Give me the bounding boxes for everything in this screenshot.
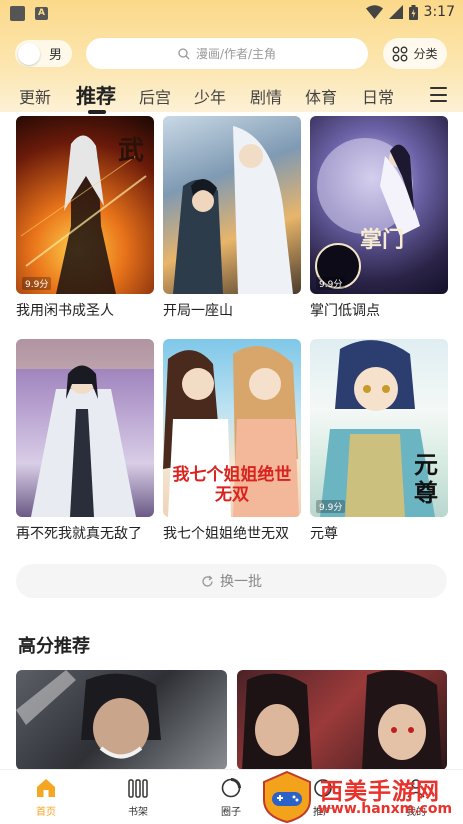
comic-title[interactable]: 开局一座山 — [163, 300, 301, 320]
circle-icon — [221, 778, 241, 798]
rating-badge: 9.9分 — [316, 500, 346, 513]
toggle-knob — [18, 42, 40, 65]
nav-circle[interactable]: 圈子 — [201, 776, 261, 818]
bookshelf-icon — [128, 779, 148, 798]
comic-cover[interactable] — [163, 116, 301, 294]
comic-card[interactable]: 开局一座山 — [163, 116, 301, 320]
comic-cover[interactable]: 掌门 9.9分 — [310, 116, 448, 294]
tab-update[interactable]: 更新 — [19, 84, 51, 108]
comic-cover[interactable]: 我七个姐姐绝世无双 — [163, 339, 301, 517]
tab-recommend[interactable]: 推荐 — [76, 80, 116, 109]
comic-title[interactable]: 我用闲书成圣人 — [16, 300, 154, 320]
search-placeholder: 漫画/作者/主角 — [195, 47, 277, 61]
cover-logo-text: 武 — [117, 136, 144, 166]
category-button[interactable]: 分类 — [383, 38, 447, 69]
tab-harem[interactable]: 后宫 — [139, 84, 171, 108]
battery-icon — [408, 4, 418, 20]
comic-cover[interactable]: 武 9.9分 — [16, 116, 154, 294]
rating-badge: 9.9分 — [22, 277, 52, 290]
comic-title[interactable]: 掌门低调点 — [310, 300, 448, 320]
comic-cover[interactable] — [16, 339, 154, 517]
signal-icon — [388, 5, 403, 19]
tab-daily[interactable]: 日常 — [362, 84, 394, 108]
nav-home[interactable]: 首页 — [16, 776, 76, 818]
tab-more[interactable] — [414, 84, 420, 103]
cover-logo-text: 元尊 — [414, 450, 438, 507]
tab-plot[interactable]: 剧情 — [250, 84, 282, 108]
nav-label: 书架 — [128, 807, 148, 818]
comic-title[interactable]: 我七个姐姐绝世无双 — [163, 523, 301, 543]
comic-card[interactable]: 元尊 9.9分 元尊 — [310, 339, 448, 543]
comic-cover[interactable] — [16, 670, 227, 770]
category-label: 分类 — [413, 47, 438, 61]
tab-youth[interactable]: 少年 — [194, 84, 226, 108]
site-watermark: 西美手游网 www.hanxm.com — [258, 770, 463, 824]
comic-title[interactable]: 元尊 — [310, 523, 448, 543]
comic-cover[interactable]: 元尊 9.9分 — [310, 339, 448, 517]
comic-card[interactable]: 掌门 9.9分 掌门低调点 — [310, 116, 448, 320]
notification-icon — [10, 5, 25, 21]
cover-logo-text: 我七个姐姐绝世无双 — [172, 465, 292, 505]
gender-toggle[interactable]: 男 — [15, 40, 72, 67]
gender-label: 男 — [49, 48, 63, 63]
nav-label: 圈子 — [221, 807, 241, 818]
refresh-label: 换一批 — [220, 574, 262, 590]
wifi-icon — [365, 5, 383, 19]
refresh-button[interactable]: 换一批 — [16, 564, 447, 598]
menu-icon[interactable] — [430, 87, 447, 102]
category-grid-icon — [393, 46, 408, 61]
nav-bookshelf[interactable]: 书架 — [108, 776, 168, 818]
tab-sports[interactable]: 体育 — [305, 84, 337, 108]
cover-logo-text: 掌门 — [360, 227, 405, 253]
active-tab-indicator — [88, 110, 106, 114]
status-bar: A 3:17 — [0, 0, 463, 26]
search-icon — [178, 47, 190, 59]
section-title: 高分推荐 — [18, 636, 90, 657]
comic-card[interactable]: 再不死我就真无敌了 — [16, 339, 154, 543]
search-input[interactable]: 漫画/作者/主角 — [86, 38, 368, 69]
home-icon — [37, 779, 55, 797]
comic-card[interactable]: 我七个姐姐绝世无双 我七个姐姐绝世无双 — [163, 339, 301, 543]
nav-label: 首页 — [36, 807, 56, 818]
app-notification-icon: A — [35, 6, 48, 20]
watermark-url: www.hanxm.com — [318, 801, 453, 817]
rating-badge: 9.9分 — [316, 277, 346, 290]
clock: 3:17 — [423, 4, 455, 20]
refresh-icon — [202, 575, 213, 587]
comic-cover[interactable] — [237, 670, 447, 770]
category-tabs: 更新 推荐 后宫 少年 剧情 体育 日常 — [0, 80, 463, 110]
comic-title[interactable]: 再不死我就真无敌了 — [16, 523, 154, 543]
comic-card[interactable]: 武 9.9分 我用闲书成圣人 — [16, 116, 154, 320]
gamepad-shield-icon — [263, 770, 311, 824]
